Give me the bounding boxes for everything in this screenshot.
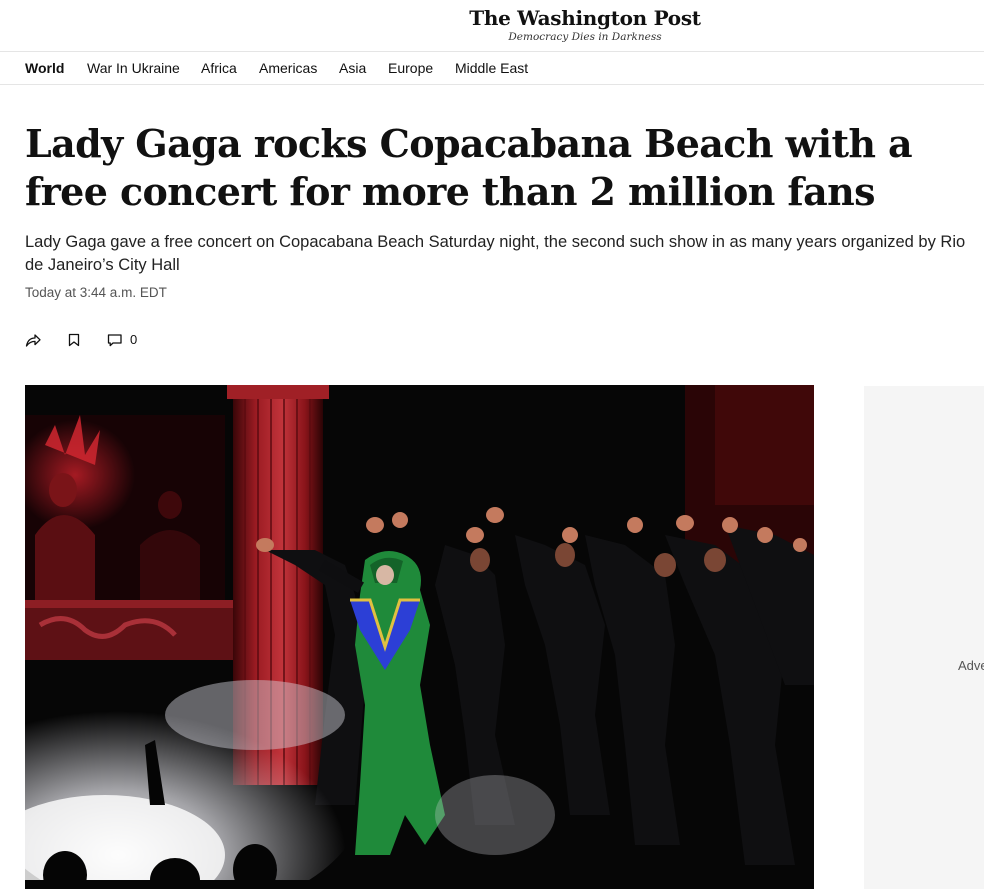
logo-title: The Washington Post	[469, 6, 701, 30]
save-button[interactable]	[68, 330, 80, 350]
article-dek: Lady Gaga gave a free concert on Copacab…	[25, 233, 966, 274]
comment-bubble-icon	[107, 334, 122, 347]
article-timestamp: Today at 3:44 a.m. EDT	[25, 285, 167, 300]
site-logo[interactable]: The Washington Post Democracy Dies in Da…	[469, 6, 701, 43]
bookmark-icon	[68, 333, 80, 347]
logo-tagline: Democracy Dies in Darkness	[508, 31, 662, 43]
share-arrow-icon	[25, 334, 41, 347]
subnav-item-middle-east[interactable]: Middle East	[455, 60, 528, 76]
subnav-item-europe[interactable]: Europe	[388, 60, 433, 76]
ad-rail[interactable]: Adve	[864, 386, 984, 889]
subnav-item-americas[interactable]: Americas	[259, 60, 317, 76]
article-headline: Lady Gaga rocks Copacabana Beach with a …	[25, 121, 913, 214]
share-button[interactable]	[25, 330, 41, 350]
subnav-item-war-in-ukraine[interactable]: War In Ukraine	[87, 60, 180, 76]
section-subnav: World War In Ukraine Africa Americas Asi…	[0, 52, 984, 85]
comments-button[interactable]: 0	[107, 330, 143, 350]
advertisement-label: Adve	[958, 658, 984, 673]
subnav-item-world[interactable]: World	[25, 60, 64, 76]
concert-stage-image	[25, 385, 814, 889]
subnav-item-asia[interactable]: Asia	[339, 60, 366, 76]
subnav-item-africa[interactable]: Africa	[201, 60, 237, 76]
article-photo[interactable]	[25, 385, 814, 889]
masthead: The Washington Post Democracy Dies in Da…	[0, 0, 984, 52]
comment-count: 0	[130, 332, 138, 347]
